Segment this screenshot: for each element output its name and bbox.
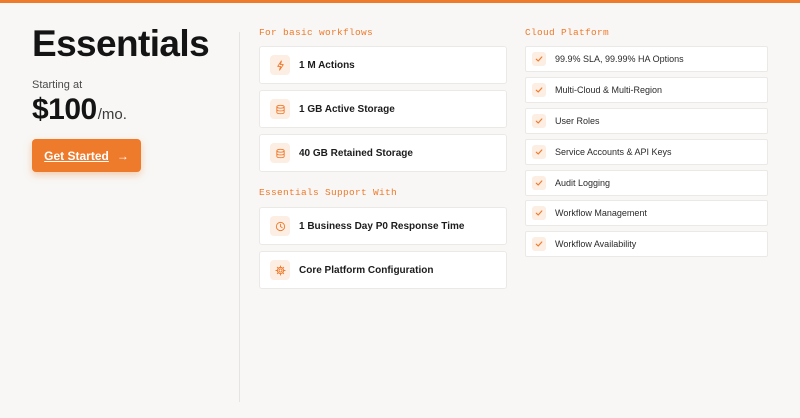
feature-label: 1 Business Day P0 Response Time [299, 220, 465, 232]
feature-label: 40 GB Retained Storage [299, 147, 413, 159]
top-accent-bar [0, 0, 800, 3]
starting-at-label: Starting at [32, 79, 83, 91]
check-icon [532, 206, 546, 220]
check-icon [532, 145, 546, 159]
lightning-icon [270, 55, 290, 75]
cloud-feature-row: Audit Logging [525, 170, 768, 196]
price-row: $100 /mo. [32, 93, 222, 127]
gear-icon [270, 260, 290, 280]
cloud-feature-label: 99.9% SLA, 99.99% HA Options [555, 54, 684, 64]
storage-icon [270, 143, 290, 163]
cloud-feature-label: Workflow Availability [555, 239, 637, 249]
check-icon [532, 237, 546, 251]
cloud-feature-label: Workflow Management [555, 208, 647, 218]
feature-card-actions: 1 M Actions [259, 46, 507, 84]
cloud-feature-row: User Roles [525, 108, 768, 134]
price-period: /mo. [97, 106, 127, 123]
check-icon [532, 114, 546, 128]
feature-card-active-storage: 1 GB Active Storage [259, 90, 507, 128]
column-divider [239, 32, 240, 402]
cloud-feature-label: Service Accounts & API Keys [555, 147, 672, 157]
cloud-feature-label: Multi-Cloud & Multi-Region [555, 85, 663, 95]
cloud-heading: Cloud Platform [525, 27, 610, 38]
feature-label: 1 M Actions [299, 59, 355, 71]
feature-card-retained-storage: 40 GB Retained Storage [259, 134, 507, 172]
cloud-feature-label: Audit Logging [555, 178, 611, 188]
cloud-feature-row: Service Accounts & API Keys [525, 139, 768, 165]
feature-label: Core Platform Configuration [299, 264, 434, 276]
cloud-feature-row: 99.9% SLA, 99.99% HA Options [525, 46, 768, 72]
get-started-button[interactable]: Get Started → [32, 139, 141, 172]
database-icon [270, 99, 290, 119]
price-value: $100 [32, 93, 97, 126]
cloud-feature-row: Multi-Cloud & Multi-Region [525, 77, 768, 103]
check-icon [532, 52, 546, 66]
plan-summary: Essentials Starting at $100 /mo. Get Sta… [32, 24, 222, 172]
arrow-right-icon: → [116, 148, 129, 163]
workflows-heading: For basic workflows [259, 27, 374, 38]
feature-label: 1 GB Active Storage [299, 103, 395, 115]
clock-icon [270, 216, 290, 236]
feature-card-core-config: Core Platform Configuration [259, 251, 507, 289]
support-heading: Essentials Support With [259, 187, 398, 198]
cloud-feature-row: Workflow Availability [525, 231, 768, 257]
cloud-feature-label: User Roles [555, 116, 600, 126]
feature-card-response-time: 1 Business Day P0 Response Time [259, 207, 507, 245]
cloud-feature-row: Workflow Management [525, 200, 768, 226]
plan-title: Essentials [32, 23, 210, 64]
check-icon [532, 176, 546, 190]
check-icon [532, 83, 546, 97]
get-started-label: Get Started [44, 148, 109, 163]
